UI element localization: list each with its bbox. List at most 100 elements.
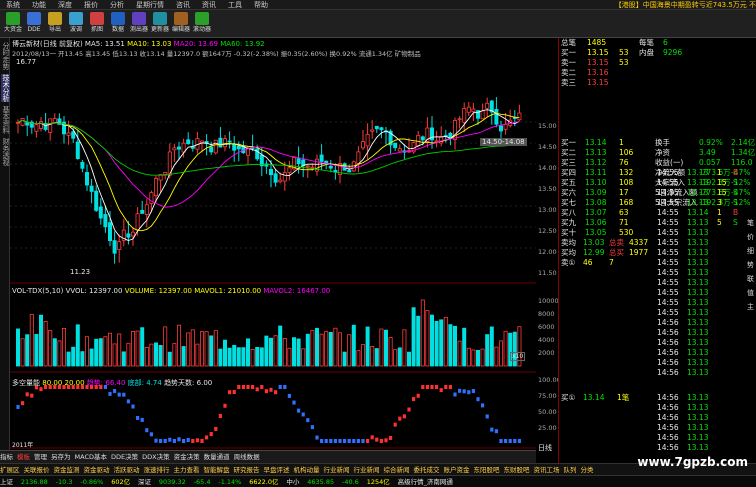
- panel-tab[interactable]: 价: [747, 232, 754, 242]
- chart-area[interactable]: 博云新材(日线 前复权) MA5: 13.51 MA10: 13.03 MA20…: [10, 38, 536, 450]
- candle-body: [94, 190, 99, 211]
- function-tab-14[interactable]: 委托成交: [414, 466, 440, 474]
- function-tab-8[interactable]: 研究报告: [234, 466, 260, 474]
- menu-system[interactable]: 系统: [0, 0, 26, 10]
- toolbar-button-2[interactable]: 导出: [46, 12, 64, 36]
- toolbar-button-3[interactable]: 波调: [67, 12, 85, 36]
- function-tab-4[interactable]: 活跃驱动: [114, 466, 140, 474]
- buy-level-row[interactable]: 买十 13.05 530: [561, 228, 655, 237]
- panel-tab[interactable]: 笔: [747, 218, 754, 228]
- summary-row[interactable]: 买一 13.15 53 内盘 9296: [561, 48, 755, 57]
- buy-level-row[interactable]: 买七 13.08 168: [561, 198, 655, 207]
- kline-chart-svg[interactable]: [10, 38, 536, 450]
- buy-level-row[interactable]: 买三 13.12 76: [561, 158, 655, 167]
- menu-depth[interactable]: 深度: [52, 0, 78, 10]
- volume-bar: [108, 332, 113, 367]
- summary-row[interactable]: 总笔 1485 每笔 6: [561, 38, 755, 47]
- panel-tab[interactable]: 细: [747, 246, 754, 256]
- tab-macd[interactable]: MACD基本: [75, 453, 107, 461]
- osc-bar: [361, 439, 365, 443]
- function-tab-19[interactable]: 队列: [564, 466, 577, 474]
- toolbar-button-6[interactable]: 测出器: [130, 12, 148, 36]
- buy-level-row[interactable]: 买五 13.10 108: [561, 178, 655, 187]
- menu-analysis[interactable]: 分析: [104, 0, 130, 10]
- volume-bar: [213, 330, 218, 367]
- menu-news[interactable]: 咨讯: [170, 0, 196, 10]
- price-axis-rail: 15.00 14.50 14.00 13.50 13.00 12.50 12.00 11.50…: [536, 38, 561, 463]
- volume-bar: [25, 334, 30, 367]
- tab-save-as[interactable]: 另存为: [51, 453, 71, 461]
- osc-bar: [117, 392, 121, 397]
- toolbar-button-9[interactable]: 滚动器: [193, 12, 211, 36]
- menu-help[interactable]: 帮助: [248, 0, 274, 10]
- buy-level-row[interactable]: 买四 13.11 132: [561, 168, 655, 177]
- buy-level-row[interactable]: 买六 13.09 17: [561, 188, 655, 197]
- sell-level-row[interactable]: 卖三 13.15: [561, 78, 755, 87]
- sell-level-row[interactable]: 卖一 13.15 53: [561, 58, 755, 67]
- osc-bar: [384, 438, 388, 443]
- tab-ddx[interactable]: DDX决策: [142, 453, 169, 461]
- function-tab-3[interactable]: 资金驱动: [84, 466, 110, 474]
- function-tab-0[interactable]: 扩展区: [0, 466, 20, 474]
- cell: 14:55: [657, 208, 679, 217]
- menu-quotes[interactable]: 报价: [78, 0, 104, 10]
- buy-level-row[interactable]: 买二 13.13 106: [561, 148, 655, 157]
- toolbar-button-0[interactable]: 大资金: [4, 12, 22, 36]
- buy-level-row[interactable]: 买九 13.06 71: [561, 218, 655, 227]
- panel-tab[interactable]: 联: [747, 274, 754, 284]
- function-tab-10[interactable]: 机构动量: [294, 466, 320, 474]
- function-tab-15[interactable]: 账户资金: [444, 466, 470, 474]
- tab-manage[interactable]: 管理: [34, 453, 47, 461]
- toolbar-button-7[interactable]: 更新器: [151, 12, 169, 36]
- volume-bar: [103, 336, 108, 367]
- menu-info[interactable]: 资讯: [196, 0, 222, 10]
- cell: 13.14: [687, 208, 709, 217]
- function-tab-18[interactable]: 资讯工场: [534, 466, 560, 474]
- buy-level-row[interactable]: 买八 13.07 63: [561, 208, 655, 217]
- toolbar-button-5[interactable]: 数据: [109, 12, 127, 36]
- tab-indicator[interactable]: 指标: [0, 453, 13, 461]
- function-tab-9[interactable]: 早盘评述: [264, 466, 290, 474]
- volume-bar: [383, 329, 388, 367]
- sh-index-name[interactable]: 上证: [0, 478, 13, 486]
- toolbar-label: 抓图: [90, 26, 103, 33]
- sz-index-name[interactable]: 深证: [138, 478, 151, 486]
- sme-index-change: -40.6: [342, 478, 359, 486]
- panel-tab[interactable]: 值: [747, 288, 754, 298]
- candle-body: [512, 117, 517, 119]
- period-label[interactable]: 日线: [538, 443, 552, 453]
- function-tab-11[interactable]: 行业新闻: [324, 466, 350, 474]
- function-tab-20[interactable]: 分类: [581, 466, 594, 474]
- tab-template[interactable]: 模板: [17, 453, 30, 461]
- menu-function[interactable]: 功能: [26, 0, 52, 10]
- buy-level-row[interactable]: 买一 13.14 1: [561, 138, 655, 147]
- news-ticker[interactable]: 【港股】中国海景中期盈转亏近743.5万元 不: [615, 0, 756, 10]
- tab-channel[interactable]: 数量通道: [204, 453, 230, 461]
- candle-body: [466, 106, 471, 113]
- candle-body: [232, 144, 237, 151]
- panel-tab[interactable]: 势: [747, 260, 754, 270]
- function-tab-12[interactable]: 行业新闻: [354, 466, 380, 474]
- panel-tab[interactable]: 主: [747, 302, 754, 312]
- function-tab-16[interactable]: 东阳股吧: [474, 466, 500, 474]
- menu-tools[interactable]: 工具: [222, 0, 248, 10]
- osc-bar: [320, 439, 324, 443]
- tab-dde[interactable]: DDE决策: [111, 453, 138, 461]
- toolbar-button-4[interactable]: 抓图: [88, 12, 106, 36]
- function-tab-13[interactable]: 综合新闻: [384, 466, 410, 474]
- function-tab-5[interactable]: 涨速排行: [144, 466, 170, 474]
- server-name[interactable]: 高级行情_济南网通: [398, 478, 453, 486]
- function-tab-2[interactable]: 资金监测: [54, 466, 80, 474]
- menu-weekly[interactable]: 星期行情: [130, 0, 170, 10]
- tab-fund[interactable]: 资金决策: [174, 453, 200, 461]
- cell: 1485: [587, 38, 607, 47]
- function-tab-17[interactable]: 东财股吧: [504, 466, 530, 474]
- toolbar-button-1[interactable]: DDE: [25, 12, 43, 36]
- function-tab-6[interactable]: 主力查看: [174, 466, 200, 474]
- tab-weekly-data[interactable]: 周线数据: [234, 453, 260, 461]
- function-tab-7[interactable]: 智能解盘: [204, 466, 230, 474]
- function-tab-1[interactable]: 关联报价: [24, 466, 50, 474]
- sell-level-row[interactable]: 卖二 13.16: [561, 68, 755, 77]
- toolbar-button-8[interactable]: 编辑器: [172, 12, 190, 36]
- sme-index-name[interactable]: 中小: [286, 478, 299, 486]
